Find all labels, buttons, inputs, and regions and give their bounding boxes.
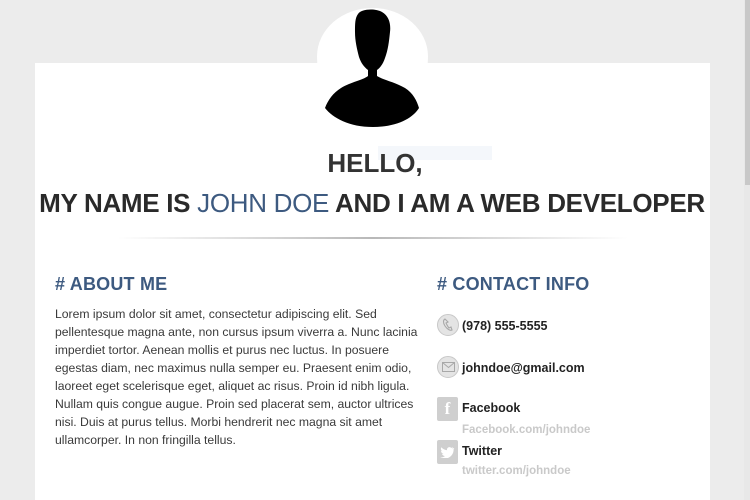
phone-number[interactable]: (978) 555-5555: [462, 319, 547, 333]
phone-icon: [437, 314, 459, 336]
headline-suffix: AND I AM A WEB DEVELOPER: [329, 188, 705, 218]
headline-prefix: MY NAME IS: [39, 188, 198, 218]
facebook-link[interactable]: Facebook.com/johndoe: [462, 424, 590, 436]
avatar: [317, 8, 428, 129]
about-text: Lorem ipsum dolor sit amet, consectetur …: [55, 307, 418, 447]
headline-name: JOHN DOE: [197, 188, 330, 218]
headline: MY NAME IS JOHN DOE AND I AM A WEB DEVEL…: [0, 188, 744, 219]
email-address[interactable]: johndoe@gmail.com: [462, 361, 585, 375]
section-divider: [118, 237, 628, 239]
twitter-link[interactable]: twitter.com/johndoe: [462, 465, 571, 477]
facebook-icon[interactable]: f: [437, 397, 458, 421]
contact-title: # CONTACT INFO: [437, 274, 590, 294]
user-silhouette-icon: [325, 9, 419, 127]
mail-icon: [437, 356, 459, 378]
twitter-label[interactable]: Twitter: [462, 444, 502, 458]
page-scrollbar[interactable]: [744, 0, 750, 500]
about-title: # ABOUT ME: [55, 274, 168, 294]
facebook-label[interactable]: Facebook: [462, 401, 520, 415]
greeting-heading: HELLO,: [327, 148, 423, 178]
twitter-icon[interactable]: [437, 440, 458, 464]
